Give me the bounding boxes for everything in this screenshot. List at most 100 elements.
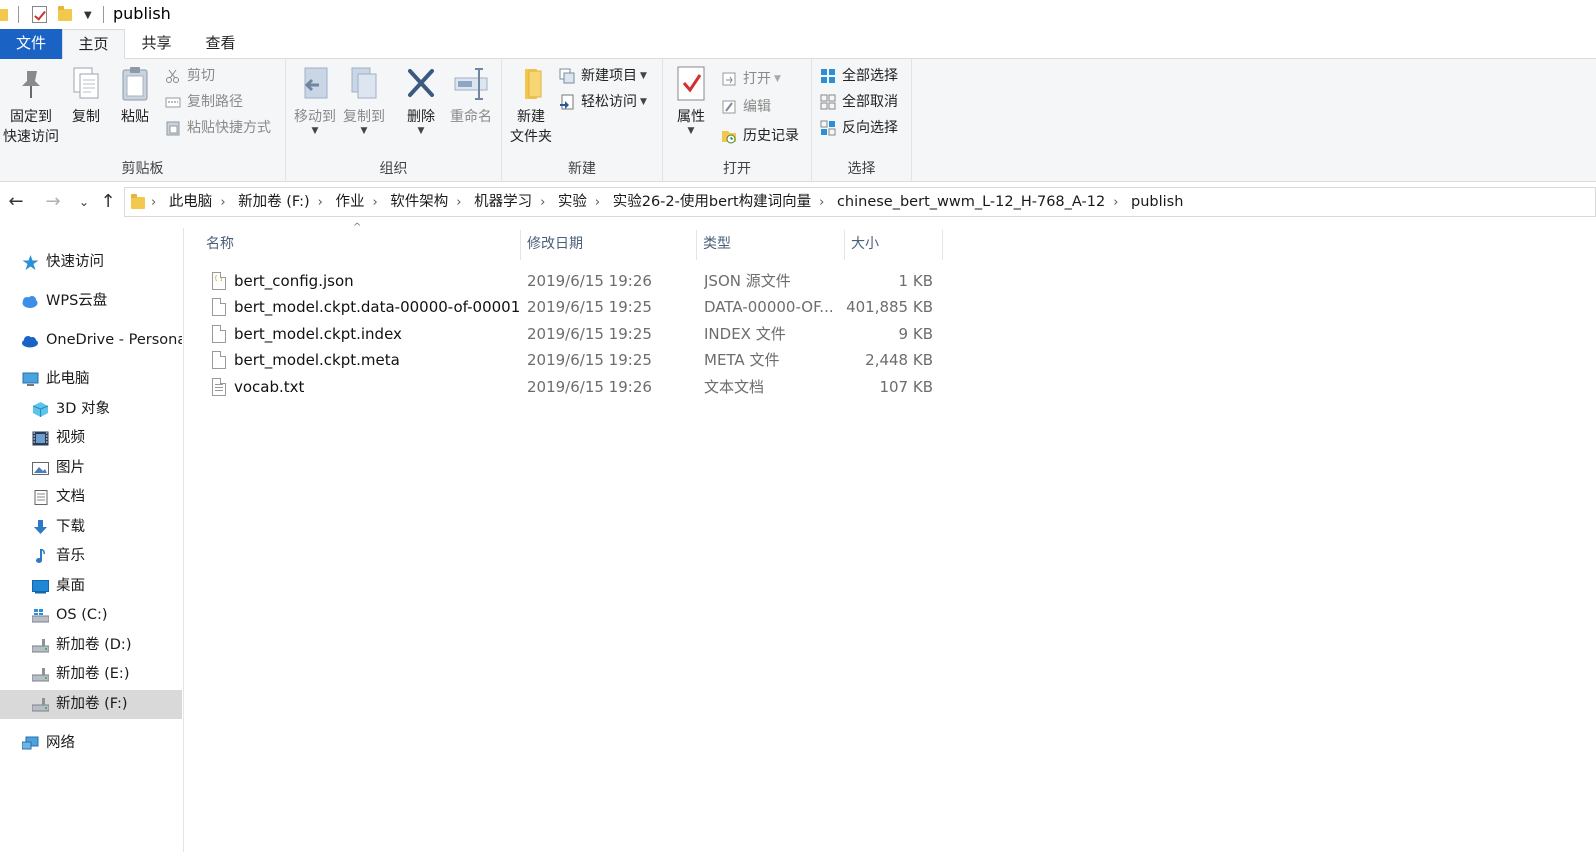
cut-button[interactable]: 剪切 [165,65,215,87]
history-icon [722,131,736,144]
cloud-icon [22,296,38,308]
up-arrow-icon[interactable]: ↑ [96,190,120,214]
paste-button[interactable]: 粘贴 [114,65,156,127]
breadcrumb-item[interactable]: 作业 [335,194,364,210]
file-row[interactable]: bert_model.ckpt.data-00000-of-00001 2019… [206,294,943,320]
nav-documents[interactable]: 文档 [0,483,182,512]
paste-icon [117,65,153,103]
tab-share[interactable]: 共享 [125,29,188,59]
paste-label: 粘贴 [121,109,149,125]
new-folder-quick-icon[interactable] [58,6,72,21]
breadcrumb-separator[interactable]: › [318,195,323,210]
select-all-button[interactable]: 全部选择 [820,65,898,87]
nav-music[interactable]: 音乐 [0,542,182,571]
ribbon: 固定到 快速访问 复制 粘贴 剪切 复制路径 粘贴快捷方式 剪贴板 移动到 ▼ … [0,59,1596,182]
file-row[interactable]: bert_model.ckpt.index 2019/6/15 19:25 IN… [206,321,943,347]
nav-desktop[interactable]: 桌面 [0,572,182,601]
column-header-size[interactable]: 大小 [845,230,943,260]
nav-network[interactable]: 网络 [0,729,182,758]
star-icon [22,255,39,270]
file-type: DATA-00000-OF... [704,298,834,316]
nav-downloads[interactable]: 下载 [0,513,182,542]
new-item-button[interactable]: 新建项目 ▼ [559,65,647,87]
copy-path-button[interactable]: 复制路径 [165,91,243,113]
file-icon [212,325,226,343]
rename-button[interactable]: 重命名 [446,65,496,127]
easy-access-icon [560,94,574,110]
nav-quick-access[interactable]: 快速访问 [0,248,182,277]
new-item-chevron-down-icon: ▼ [640,71,647,81]
nav-3d-objects-label: 3D 对象 [56,401,110,417]
column-header-name[interactable]: 名称 [200,230,521,260]
select-group: 全部选择 全部取消 反向选择 选择 [812,59,912,182]
properties-button[interactable]: 属性 ▼ [669,65,713,136]
tab-view[interactable]: 查看 [188,29,253,59]
back-arrow-icon[interactable]: ← [4,190,28,214]
breadcrumb-item[interactable]: chinese_bert_wwm_L-12_H-768_A-12 [837,194,1105,210]
breadcrumb-item-current[interactable]: publish [1131,194,1183,210]
new-item-label: 新建项目 [581,68,637,84]
title-bar: ▼ publish [0,0,1596,29]
easy-access-button[interactable]: 轻松访问 ▼ [559,91,647,113]
copy-to-button[interactable]: 复制到 ▼ [341,65,387,136]
invert-selection-button[interactable]: 反向选择 [820,117,898,139]
breadcrumb-item[interactable]: 机器学习 [474,194,532,210]
breadcrumb-item[interactable]: 实验26-2-使用bert构建词向量 [613,194,811,210]
breadcrumb-separator[interactable]: › [456,195,461,210]
edit-button[interactable]: 编辑 [721,96,771,118]
customize-toolbar-chevron-icon[interactable]: ▼ [84,10,92,21]
file-name: bert_model.ckpt.meta [234,351,400,369]
nav-this-pc[interactable]: 此电脑 [0,365,182,394]
file-row[interactable]: bert_config.json 2019/6/15 19:26 JSON 源文… [206,268,943,294]
file-row[interactable]: bert_model.ckpt.meta 2019/6/15 19:25 MET… [206,347,943,373]
pin-to-quick-access-button[interactable]: 固定到 快速访问 [2,65,60,147]
breadcrumb-separator[interactable]: › [1113,195,1118,210]
nav-pictures-label: 图片 [56,460,85,476]
breadcrumb-item[interactable]: 软件架构 [390,194,448,210]
new-folder-button[interactable]: 新建 文件夹 [507,65,555,147]
recent-locations-chevron-down-icon[interactable]: ⌄ [72,190,96,214]
nav-drive-c[interactable]: OS (C:) [0,601,182,630]
breadcrumb-separator[interactable]: › [595,195,600,210]
text-file-icon [212,378,226,396]
file-date: 2019/6/15 19:25 [527,351,652,369]
invert-selection-icon [820,120,836,136]
nav-videos[interactable]: 视频 [0,424,182,453]
move-to-button[interactable]: 移动到 ▼ [292,65,338,136]
file-icon [212,351,226,369]
delete-button[interactable]: 删除 ▼ [400,65,442,136]
copy-button[interactable]: 复制 [66,65,106,127]
breadcrumb-separator[interactable]: › [372,195,377,210]
file-type: META 文件 [704,351,780,369]
column-header-type[interactable]: 类型 [697,230,845,260]
breadcrumb-item[interactable]: 新加卷 (F:) [238,194,310,210]
breadcrumb-separator[interactable]: › [540,195,545,210]
paste-shortcut-label: 粘贴快捷方式 [187,120,271,136]
pin-label-line2: 快速访问 [3,129,59,145]
breadcrumb-separator[interactable]: › [819,195,824,210]
nav-drive-d[interactable]: 新加卷 (D:) [0,631,182,660]
tab-file[interactable]: 文件 [0,29,62,59]
breadcrumb-separator[interactable]: › [220,195,225,210]
delete-chevron-down-icon: ▼ [417,126,425,136]
nav-onedrive[interactable]: OneDrive - Persona [0,326,182,355]
breadcrumb-item[interactable]: 此电脑 [169,194,213,210]
organize-group: 移动到 ▼ 复制到 ▼ 删除 ▼ 重命名 组织 [286,59,502,182]
history-button[interactable]: 历史记录 [721,125,799,147]
nav-wps-cloud[interactable]: WPS云盘 [0,287,182,316]
nav-drive-e[interactable]: 新加卷 (E:) [0,660,182,689]
film-icon [32,431,49,446]
forward-arrow-icon[interactable]: → [41,190,65,214]
paste-shortcut-button[interactable]: 粘贴快捷方式 [165,117,271,139]
select-none-button[interactable]: 全部取消 [820,91,898,113]
address-bar[interactable]: › 此电脑 › 新加卷 (F:) › 作业 › 软件架构 › 机器学习 › 实验 › 实验2… [124,187,1596,217]
file-row[interactable]: vocab.txt 2019/6/15 19:26 文本文档 107 KB [206,374,943,400]
breadcrumb-item[interactable]: 实验 [558,194,587,210]
nav-3d-objects[interactable]: 3D 对象 [0,395,182,424]
nav-drive-f[interactable]: 新加卷 (F:) [0,690,182,719]
column-header-date[interactable]: 修改日期 [521,230,697,260]
nav-pictures[interactable]: 图片 [0,454,182,483]
properties-quick-icon[interactable] [32,6,47,23]
open-button[interactable]: 打开 ▼ [721,68,781,90]
tab-home[interactable]: 主页 [62,29,125,59]
